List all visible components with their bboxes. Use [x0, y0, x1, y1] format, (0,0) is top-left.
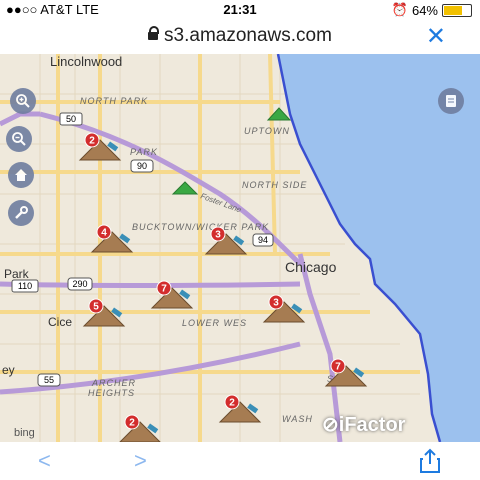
tools-button[interactable]: [8, 200, 34, 226]
svg-text:90: 90: [137, 161, 147, 171]
status-right: ⏰ 64%: [392, 2, 472, 18]
svg-text:50: 50: [66, 114, 76, 124]
layer-button[interactable]: [438, 88, 464, 114]
label-park: Park: [4, 267, 30, 281]
svg-text:110: 110: [18, 281, 32, 291]
home-icon: [15, 169, 27, 181]
svg-text:55: 55: [44, 375, 54, 385]
svg-text:94: 94: [258, 235, 268, 245]
lock-icon: [148, 26, 160, 40]
back-button[interactable]: <: [38, 448, 51, 474]
zoom-in-icon: [16, 94, 30, 108]
document-icon: [446, 95, 456, 107]
label-cicero: Cice: [48, 315, 72, 329]
url-text: s3.amazonaws.com: [164, 25, 332, 46]
bing-logo: bing: [14, 427, 35, 439]
close-icon[interactable]: ✕: [426, 22, 446, 51]
battery-icon: [442, 3, 472, 17]
label-washington: WASH: [282, 414, 313, 424]
cluster-count: 2: [229, 398, 235, 409]
label-lower-west: LOWER WES: [182, 318, 247, 328]
zoom-in-button[interactable]: [10, 88, 36, 114]
home-button[interactable]: [8, 162, 34, 188]
alarm-icon: ⏰: [391, 2, 408, 17]
url-display[interactable]: s3.amazonaws.com: [0, 25, 480, 47]
map-canvas[interactable]: 50 90 94 110 290 55 Lincolnwood NORTH PA…: [0, 54, 480, 442]
label-north-park: NORTH PARK: [80, 96, 148, 106]
share-icon[interactable]: [418, 448, 442, 479]
label-heights: HEIGHTS: [88, 388, 135, 398]
battery-fill: [444, 5, 462, 15]
battery-percent: 64%: [411, 2, 438, 18]
cluster-count: 4: [101, 228, 107, 239]
cluster-count: 3: [273, 298, 279, 309]
label-ey: ey: [2, 363, 15, 377]
browser-toolbar: < >: [0, 442, 480, 480]
svg-text:290: 290: [72, 279, 87, 289]
label-chicago: Chicago: [285, 259, 337, 275]
zoom-out-button[interactable]: [6, 126, 32, 152]
wrench-icon: [15, 206, 28, 219]
cluster-count: 5: [93, 302, 99, 313]
ifactor-icon: ⊘: [322, 414, 339, 436]
cluster-count: 2: [89, 136, 95, 147]
label-albany-park: PARK: [130, 147, 158, 157]
ifactor-logo: ⊘iFactor: [322, 414, 406, 436]
forward-button[interactable]: >: [134, 448, 147, 474]
status-bar: ●●○○ AT&T LTE 21:31 ⏰ 64%: [0, 0, 480, 20]
address-bar[interactable]: s3.amazonaws.com ✕: [0, 20, 480, 52]
cluster-count: 3: [215, 230, 221, 241]
label-archer: ARCHER: [91, 378, 136, 388]
cluster-count: 7: [335, 362, 341, 373]
cluster-count: 2: [129, 418, 135, 429]
label-north-side: NORTH SIDE: [242, 180, 307, 190]
map-view[interactable]: 50 90 94 110 290 55 Lincolnwood NORTH PA…: [0, 54, 480, 442]
label-bucktown: BUCKTOWN/WICKER PARK: [132, 222, 269, 232]
label-lincolnwood: Lincolnwood: [50, 54, 122, 69]
zoom-out-icon: [12, 132, 26, 146]
cluster-count: 7: [161, 284, 167, 295]
label-uptown: UPTOWN: [244, 126, 290, 136]
